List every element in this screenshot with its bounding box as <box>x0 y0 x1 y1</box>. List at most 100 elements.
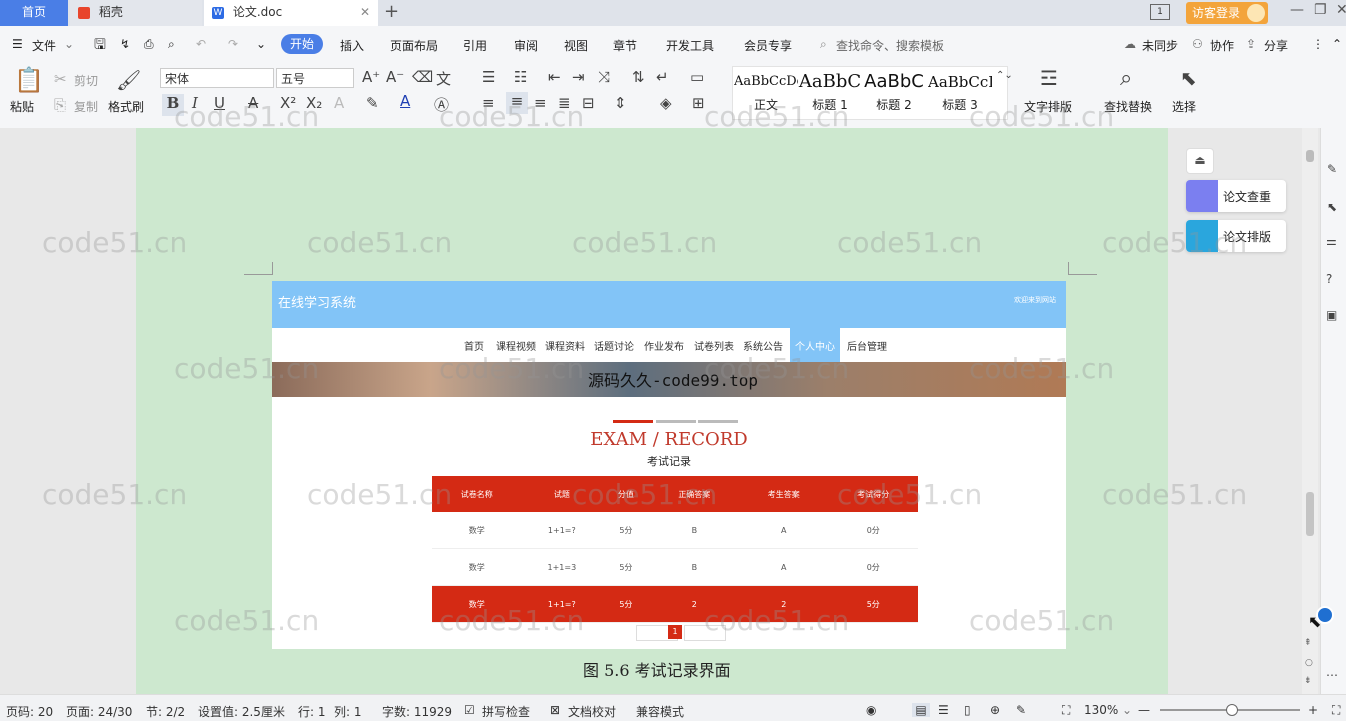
help-icon[interactable]: ? <box>1326 272 1332 286</box>
print-icon[interactable]: ⎙ <box>144 37 154 52</box>
sync-status[interactable]: 未同步 <box>1142 37 1178 54</box>
restore-icon[interactable]: ❐ <box>1314 2 1327 18</box>
save-icon[interactable]: 🖫 <box>94 34 106 58</box>
style-heading-2[interactable]: AaBbC 标题 2 <box>862 68 926 113</box>
more-dots-icon[interactable]: ⋯ <box>1326 668 1338 682</box>
status-section[interactable]: 节: 2/2 <box>146 703 185 720</box>
write-mode-icon[interactable]: ✎ <box>1016 703 1026 717</box>
zoom-dropdown-icon[interactable]: ⌄ <box>1122 703 1132 717</box>
reading-view-icon[interactable]: ▯ <box>964 703 971 717</box>
text-effect-icon[interactable]: A <box>334 94 344 112</box>
menu-member[interactable]: 会员专享 <box>744 37 792 54</box>
minimize-icon[interactable]: — <box>1290 2 1304 18</box>
text-direction-icon[interactable]: ⤨ <box>598 68 610 86</box>
zoom-level[interactable]: 130% <box>1084 703 1118 717</box>
undo-icon[interactable]: ↶ <box>196 37 206 51</box>
collab-button[interactable]: 协作 <box>1210 37 1234 54</box>
collapse-ribbon-icon[interactable]: ⌃ <box>1332 37 1342 51</box>
format-painter-icon[interactable]: 🖌 <box>116 68 141 92</box>
ruler-icon[interactable]: ▭ <box>690 68 704 86</box>
clear-format-icon[interactable]: ⌫ <box>412 68 433 86</box>
menu-developer[interactable]: 开发工具 <box>666 37 714 54</box>
scrollbar-thumb[interactable] <box>1306 492 1314 536</box>
browse-object-icon[interactable]: ○ <box>1305 658 1313 668</box>
sort-icon[interactable]: ⇅ <box>632 68 645 86</box>
web-view-icon[interactable]: ⊕ <box>990 703 1000 717</box>
find-icon[interactable]: ⌕ <box>1120 66 1132 91</box>
increase-indent-icon[interactable]: ⇥ <box>572 68 585 86</box>
vertical-scrollbar[interactable]: ⇞ ○ ⇟ <box>1302 128 1318 694</box>
font-name-select[interactable]: 宋体 <box>160 68 274 88</box>
assistant-icon[interactable] <box>1316 606 1334 624</box>
pinyin-icon[interactable]: 文 <box>436 68 451 89</box>
style-normal[interactable]: AaBbCcDd 正文 <box>734 68 798 113</box>
style-heading-1[interactable]: AaBbC 标题 1 <box>798 68 862 113</box>
redo-icon[interactable]: ↷ <box>228 37 238 51</box>
paper-check-button[interactable]: 论文查重 <box>1186 180 1286 212</box>
align-center-icon[interactable]: ≡ <box>506 92 528 114</box>
select-cursor-icon[interactable]: ⬉ <box>1180 66 1197 90</box>
shrink-font-icon[interactable]: A⁻ <box>386 68 404 86</box>
fit-page-icon[interactable]: ⛶ <box>1062 703 1070 718</box>
cut-button[interactable]: 剪切 <box>74 72 98 89</box>
tab-document[interactable]: W 论文.doc ✕ <box>204 0 378 26</box>
menu-insert[interactable]: 插入 <box>340 37 364 54</box>
strikethrough-icon[interactable]: A <box>248 94 258 112</box>
justify-icon[interactable]: ≣ <box>558 94 571 112</box>
text-layout-icon[interactable]: ☲ <box>1040 66 1058 90</box>
menu-file[interactable]: 文件 <box>32 37 56 54</box>
prev-page-icon[interactable]: ⇞ <box>1304 638 1312 648</box>
numbered-list-icon[interactable]: ☷ <box>514 68 527 86</box>
grow-font-icon[interactable]: A⁺ <box>362 68 380 86</box>
font-size-select[interactable]: 五号 <box>276 68 354 88</box>
menu-references[interactable]: 引用 <box>463 37 487 54</box>
bullet-list-icon[interactable]: ☰ <box>482 68 495 86</box>
menu-view[interactable]: 视图 <box>564 37 588 54</box>
edit-pen-icon[interactable]: ✎ <box>1327 162 1337 176</box>
share-button[interactable]: 分享 <box>1264 37 1288 54</box>
zoom-in-icon[interactable]: + <box>1308 703 1318 717</box>
bold-icon[interactable]: B <box>162 94 184 116</box>
distributed-icon[interactable]: ⊟ <box>582 94 595 112</box>
status-row[interactable]: 行: 1 <box>298 703 326 720</box>
close-window-icon[interactable]: ✕ <box>1336 2 1346 18</box>
more-icon[interactable]: ⋮ <box>1312 37 1324 51</box>
paste-button[interactable]: 粘贴 <box>10 98 34 115</box>
decrease-indent-icon[interactable]: ⇤ <box>548 68 561 86</box>
menu-page-layout[interactable]: 页面布局 <box>390 37 438 54</box>
print-preview-icon[interactable]: ⌕ <box>168 37 175 52</box>
menu-chapter[interactable]: 章节 <box>613 37 637 54</box>
line-spacing-icon[interactable]: ⇕ <box>614 94 627 112</box>
new-tab-button[interactable]: + <box>384 0 399 24</box>
chevron-down-icon[interactable]: ⌄ <box>64 37 74 51</box>
underline-icon[interactable]: U <box>214 94 225 112</box>
zoom-out-icon[interactable]: — <box>1138 703 1150 717</box>
hamburger-icon[interactable]: ☰ <box>12 37 23 51</box>
style-heading-3[interactable]: AaBbCcI 标题 3 <box>928 68 992 113</box>
adjust-icon[interactable]: ⚌ <box>1326 234 1337 248</box>
superscript-icon[interactable]: X² <box>280 94 296 112</box>
align-right-icon[interactable]: ≡ <box>534 94 547 112</box>
status-pages[interactable]: 页面: 24/30 <box>66 703 132 720</box>
guest-login-button[interactable]: 访客登录 <box>1186 2 1268 24</box>
fullscreen-icon[interactable]: ⛶ <box>1332 703 1340 718</box>
customize-icon[interactable]: ⌄ <box>256 37 266 51</box>
eye-protect-icon[interactable]: ◉ <box>866 703 876 717</box>
panel-collapse-icon[interactable]: ⏏ <box>1186 148 1214 174</box>
char-border-icon[interactable]: Ⓐ <box>434 94 449 115</box>
borders-icon[interactable]: ⊞ <box>692 94 705 112</box>
outline-view-icon[interactable]: ☰ <box>938 703 949 717</box>
search-input[interactable]: 查找命令、搜索模板 <box>836 37 944 54</box>
text-layout-button[interactable]: 文字排版 <box>1024 98 1072 115</box>
format-painter-button[interactable]: 格式刷 <box>108 98 144 115</box>
tab-home[interactable]: 首页 <box>0 0 68 26</box>
paper-layout-button[interactable]: 论文排版 <box>1186 220 1286 252</box>
shading-icon[interactable]: ◈ <box>660 94 672 112</box>
font-color-icon[interactable]: A <box>400 92 410 110</box>
close-tab-icon[interactable]: ✕ <box>360 0 370 24</box>
menu-start[interactable]: 开始 <box>281 34 323 54</box>
menu-review[interactable]: 审阅 <box>514 37 538 54</box>
italic-icon[interactable]: I <box>192 94 198 112</box>
scroll-up-thumb[interactable] <box>1306 150 1314 162</box>
next-page-icon[interactable]: ⇟ <box>1304 676 1312 686</box>
